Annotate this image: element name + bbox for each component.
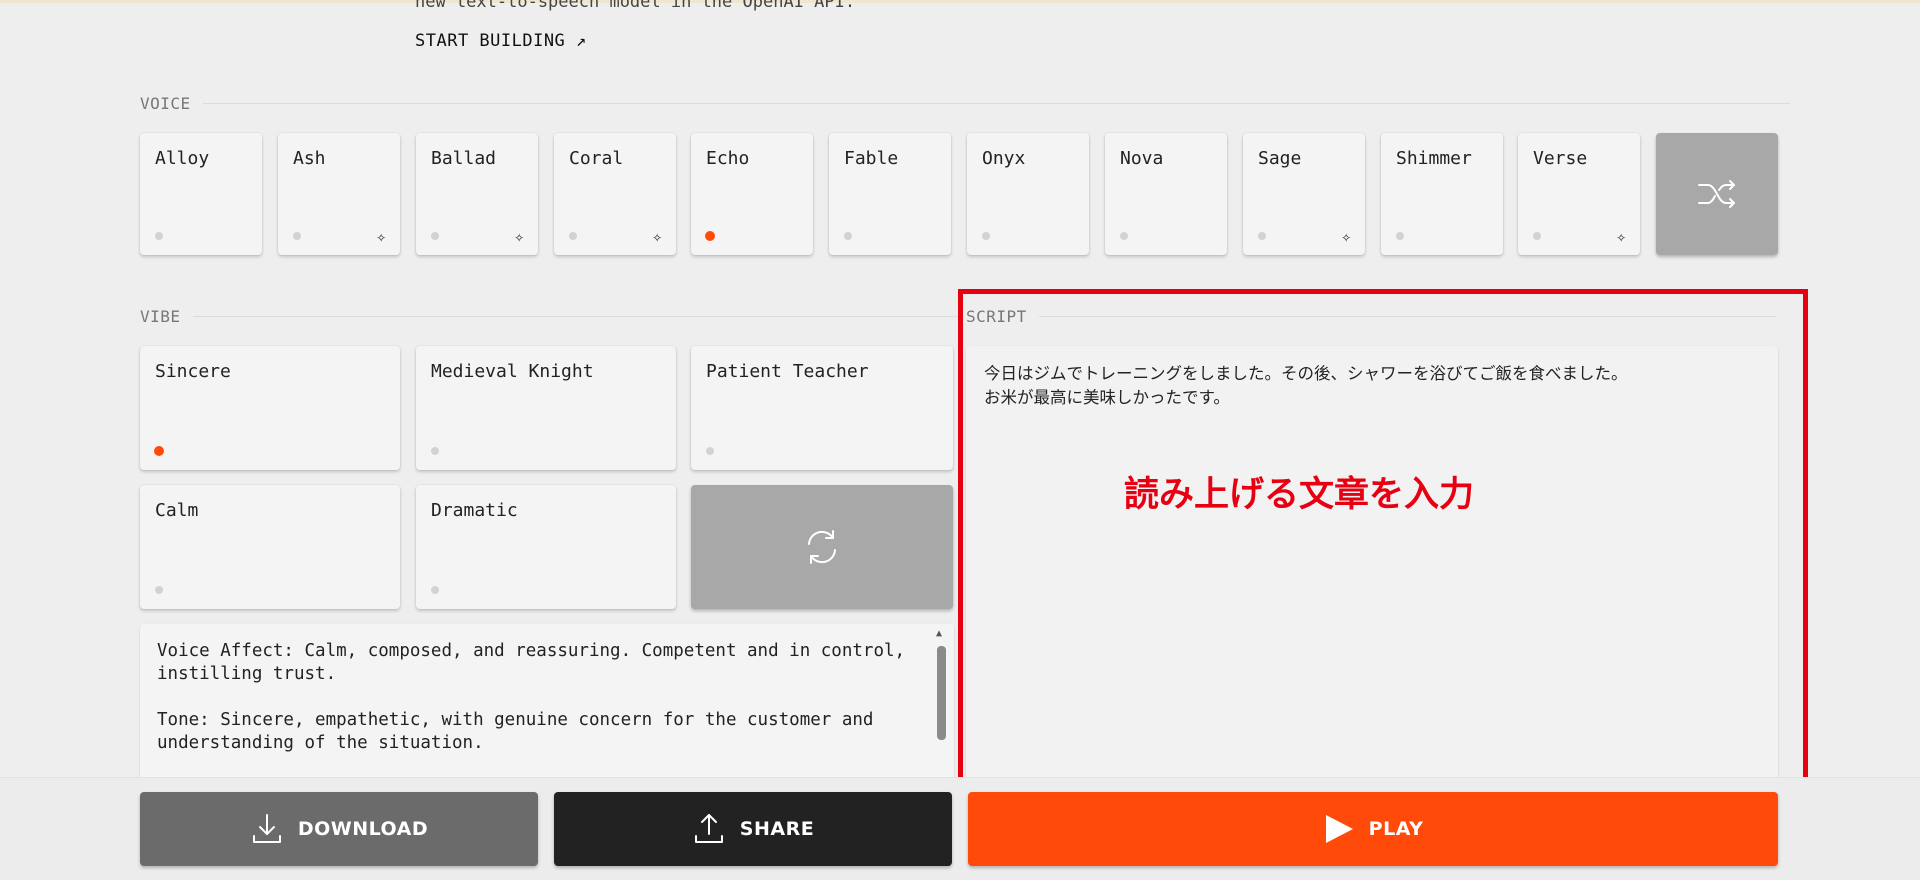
voice-option-verse[interactable]: Verse ✧ bbox=[1518, 133, 1640, 255]
sparkle-icon: ✧ bbox=[376, 227, 386, 246]
voice-option-ash[interactable]: Ash ✧ bbox=[278, 133, 400, 255]
play-button[interactable]: PLAY bbox=[968, 792, 1778, 866]
sparkle-icon: ✧ bbox=[652, 227, 662, 246]
selection-dot bbox=[982, 232, 990, 240]
voice-divider bbox=[202, 103, 1790, 104]
selection-dot bbox=[1258, 232, 1266, 240]
tagline: new text-to-speech model in the OpenAI A… bbox=[415, 0, 856, 12]
vibe-description-line: Voice Affect: Calm, composed, and reassu… bbox=[157, 641, 906, 684]
selection-dot-active bbox=[154, 446, 164, 456]
selection-dot bbox=[155, 232, 163, 240]
voice-section-label: VOICE bbox=[140, 94, 1790, 113]
start-building-link[interactable]: START BUILDING ↗ bbox=[415, 31, 587, 51]
annotation-highlight-box bbox=[958, 289, 1808, 794]
voice-option-label: Nova bbox=[1120, 148, 1164, 169]
voice-option-onyx[interactable]: Onyx bbox=[967, 133, 1089, 255]
vibe-option-label: Medieval Knight bbox=[431, 361, 594, 382]
play-label: PLAY bbox=[1368, 818, 1424, 840]
selection-dot bbox=[1533, 232, 1541, 240]
shuffle-icon bbox=[1698, 180, 1735, 208]
download-label: DOWNLOAD bbox=[297, 818, 429, 840]
voice-option-shimmer[interactable]: Shimmer bbox=[1381, 133, 1503, 255]
voice-option-ballad[interactable]: Ballad ✧ bbox=[416, 133, 538, 255]
selection-dot bbox=[431, 447, 439, 455]
voice-option-label: Alloy bbox=[155, 148, 210, 169]
voice-option-coral[interactable]: Coral ✧ bbox=[554, 133, 676, 255]
vibe-divider bbox=[192, 316, 963, 317]
vibe-option-dramatic[interactable]: Dramatic bbox=[416, 485, 676, 609]
download-icon bbox=[252, 814, 281, 843]
voice-label: VOICE bbox=[140, 94, 191, 113]
selection-dot-active bbox=[705, 231, 715, 241]
selection-dot bbox=[569, 232, 577, 240]
voice-option-label: Fable bbox=[844, 148, 899, 169]
vibe-option-label: Sincere bbox=[155, 361, 231, 382]
refresh-vibes-button[interactable] bbox=[691, 485, 953, 609]
voice-option-sage[interactable]: Sage ✧ bbox=[1243, 133, 1365, 255]
upload-icon bbox=[694, 814, 723, 843]
scroll-up-arrow-icon[interactable]: ▲ bbox=[936, 628, 942, 639]
voice-option-label: Echo bbox=[706, 148, 750, 169]
vibe-option-medieval-knight[interactable]: Medieval Knight bbox=[416, 346, 676, 470]
selection-dot bbox=[293, 232, 301, 240]
voice-option-label: Ballad bbox=[431, 148, 497, 169]
vibe-option-label: Patient Teacher bbox=[706, 361, 869, 382]
voice-option-label: Shimmer bbox=[1396, 148, 1472, 169]
share-label: SHARE bbox=[739, 818, 815, 840]
selection-dot bbox=[431, 586, 439, 594]
selection-dot bbox=[1120, 232, 1128, 240]
vibe-label: VIBE bbox=[140, 307, 181, 326]
vibe-option-calm[interactable]: Calm bbox=[140, 485, 400, 609]
vibe-option-sincere[interactable]: Sincere bbox=[140, 346, 400, 470]
shuffle-voice-button[interactable] bbox=[1656, 133, 1778, 255]
vibe-option-label: Calm bbox=[155, 500, 199, 521]
vibe-description-textarea[interactable]: Voice Affect: Calm, composed, and reassu… bbox=[140, 624, 954, 784]
vibe-option-label: Dramatic bbox=[431, 500, 518, 521]
vibe-section-label: VIBE bbox=[140, 307, 963, 326]
voice-option-nova[interactable]: Nova bbox=[1105, 133, 1227, 255]
share-button[interactable]: SHARE bbox=[554, 792, 952, 866]
voice-option-label: Ash bbox=[293, 148, 326, 169]
scrollbar-thumb[interactable] bbox=[937, 646, 946, 740]
download-button[interactable]: DOWNLOAD bbox=[140, 792, 538, 866]
selection-dot bbox=[1396, 232, 1404, 240]
refresh-icon bbox=[808, 530, 836, 564]
top-border bbox=[0, 0, 1920, 3]
selection-dot bbox=[431, 232, 439, 240]
voice-option-label: Verse bbox=[1533, 148, 1588, 169]
sparkle-icon: ✧ bbox=[514, 227, 524, 246]
voice-option-alloy[interactable]: Alloy bbox=[140, 133, 262, 255]
vibe-description-line: Tone: Sincere, empathetic, with genuine … bbox=[157, 710, 874, 753]
voice-option-fable[interactable]: Fable bbox=[829, 133, 951, 255]
selection-dot bbox=[844, 232, 852, 240]
play-icon bbox=[1325, 815, 1353, 843]
voice-option-label: Coral bbox=[569, 148, 624, 169]
sparkle-icon: ✧ bbox=[1341, 227, 1351, 246]
voice-option-label: Sage bbox=[1258, 148, 1302, 169]
voice-option-echo[interactable]: Echo bbox=[691, 133, 813, 255]
voice-option-label: Onyx bbox=[982, 148, 1026, 169]
sparkle-icon: ✧ bbox=[1616, 227, 1626, 246]
selection-dot bbox=[706, 447, 714, 455]
selection-dot bbox=[155, 586, 163, 594]
vibe-option-patient-teacher[interactable]: Patient Teacher bbox=[691, 346, 953, 470]
